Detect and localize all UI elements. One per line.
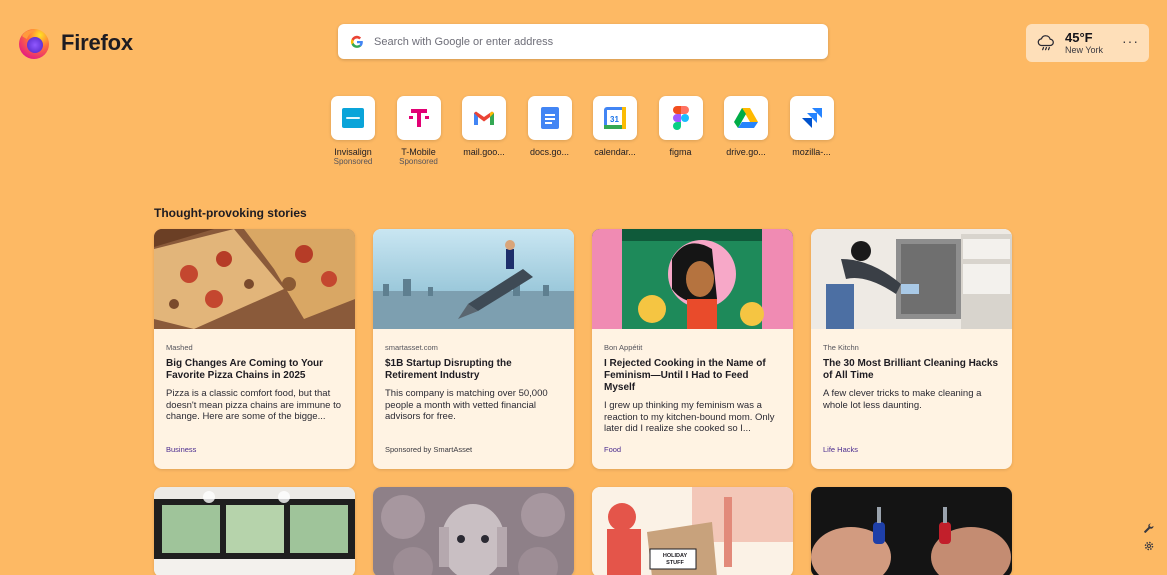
figma-icon (672, 106, 689, 130)
top-site-label: Invisalign (334, 147, 372, 157)
kitchen-window-image (154, 487, 355, 575)
earbuds-hands-image (811, 487, 1012, 575)
story-card-bon-appetit[interactable]: Bon Appétit I Rejected Cooking in the Na… (592, 229, 793, 469)
brand-name: Firefox (61, 30, 133, 55)
weather-menu-icon[interactable]: ··· (1122, 34, 1139, 48)
story-source: The Kitchn (823, 343, 859, 352)
weather-widget[interactable]: 45°F New York ··· (1026, 24, 1149, 62)
search-bar[interactable] (338, 24, 828, 59)
cleaning-image (811, 229, 1012, 329)
story-title[interactable]: The 30 Most Brilliant Cleaning Hacks of … (823, 358, 1000, 382)
story-source: smartasset.com (385, 343, 438, 352)
story-card-kitchen-window[interactable] (154, 487, 355, 575)
top-site-mozilla-jira[interactable]: mozilla-... (789, 96, 834, 166)
top-site-invisalign[interactable]: Invisalign Sponsored (331, 96, 375, 166)
story-source: Mashed (166, 343, 193, 352)
story-card-pizza[interactable]: Mashed Big Changes Are Coming to Your Fa… (154, 229, 355, 469)
customize-wrench-icon[interactable] (1142, 522, 1156, 536)
google-docs-icon (540, 107, 559, 129)
story-excerpt: A few clever tricks to make cleaning a w… (823, 388, 982, 411)
story-title[interactable]: I Rejected Cooking in the Name of Femini… (604, 358, 781, 394)
top-site-tile[interactable] (724, 96, 768, 140)
top-site-tmobile[interactable]: T-Mobile Sponsored (396, 96, 441, 166)
top-site-tile[interactable] (396, 96, 441, 140)
wrench-icon (1144, 523, 1154, 533)
top-site-label: T-Mobile (401, 147, 436, 157)
top-site-gmail[interactable]: mail.goo... (462, 96, 506, 166)
top-site-tile[interactable] (331, 96, 375, 140)
story-title[interactable]: Big Changes Are Coming to Your Favorite … (166, 358, 343, 382)
google-drive-icon (734, 108, 758, 128)
invisalign-icon (342, 108, 364, 128)
story-card-smartasset[interactable]: smartasset.com $1B Startup Disrupting th… (373, 229, 574, 469)
top-site-drive[interactable]: drive.go... (724, 96, 768, 166)
holiday-box-label: HOLIDAY STUFF (662, 553, 688, 566)
top-site-calendar[interactable]: 31 calendar... (593, 96, 637, 166)
search-input[interactable] (374, 35, 828, 48)
story-card-earbuds[interactable] (811, 487, 1012, 575)
firefox-logo-icon (19, 29, 49, 59)
top-site-tile[interactable]: 31 (593, 96, 637, 140)
story-category: Business (166, 445, 197, 454)
sponsored-label: Sponsored (333, 157, 373, 166)
top-site-figma[interactable]: figma (658, 96, 703, 166)
firefox-brand: Firefox (17, 26, 133, 60)
top-site-label: calendar... (594, 147, 636, 157)
pizza-image (154, 229, 355, 329)
story-card-kitchn[interactable]: The Kitchn The 30 Most Brilliant Cleanin… (811, 229, 1012, 469)
story-excerpt: This company is matching over 50,000 peo… (385, 388, 548, 422)
story-category: Life Hacks (823, 445, 859, 454)
top-sites: Invisalign Sponsored T-Mobile Sponsored … (331, 96, 834, 166)
weather-temperature: 45°F (1065, 29, 1093, 45)
story-source: Bon Appétit (604, 343, 643, 352)
top-site-label: drive.go... (726, 147, 766, 157)
story-title[interactable]: $1B Startup Disrupting the Retirement In… (385, 358, 562, 382)
story-cards: Mashed Big Changes Are Coming to Your Fa… (154, 229, 1012, 575)
top-site-label: mail.goo... (463, 147, 505, 157)
stories-heading: Thought-provoking stories (154, 206, 307, 220)
anxious-face-art-image (373, 487, 574, 575)
weather-location: New York (1065, 44, 1104, 55)
rocket-man-image (373, 229, 574, 329)
top-site-label: docs.go... (529, 147, 570, 157)
story-excerpt: Pizza is a classic comfort food, but tha… (166, 388, 342, 422)
svg-text:31: 31 (610, 115, 619, 124)
top-site-tile[interactable] (462, 96, 506, 140)
top-site-label: figma (669, 147, 692, 157)
top-site-docs[interactable]: docs.go... (527, 96, 572, 166)
story-card-holiday-stuff[interactable]: HOLIDAY STUFF (592, 487, 793, 575)
tmobile-icon (408, 109, 429, 127)
story-card-anxiety-art[interactable] (373, 487, 574, 575)
top-site-tile[interactable] (527, 96, 572, 140)
settings-gear-icon[interactable] (1142, 539, 1156, 553)
top-site-tile[interactable] (789, 96, 834, 140)
sponsored-label: Sponsored by SmartAsset (385, 445, 473, 454)
story-excerpt: I grew up thinking my feminism was a rea… (604, 400, 775, 434)
sponsored-label: Sponsored (399, 157, 438, 166)
google-g-icon (350, 35, 363, 48)
jira-icon (801, 108, 822, 128)
top-site-label: mozilla-... (792, 147, 831, 157)
gmail-icon (474, 111, 494, 125)
google-calendar-icon: 31 (604, 107, 626, 129)
cloud-rain-icon (1037, 35, 1054, 51)
gear-icon (1144, 541, 1154, 551)
story-category: Food (604, 445, 622, 454)
top-site-tile[interactable] (658, 96, 703, 140)
cooking-illustration-image (592, 229, 793, 329)
